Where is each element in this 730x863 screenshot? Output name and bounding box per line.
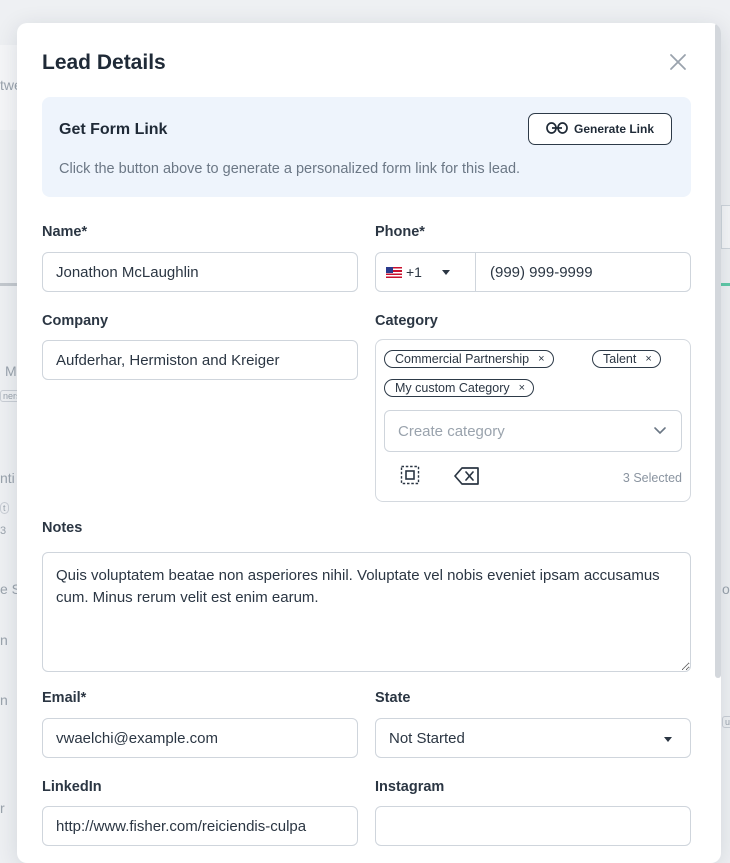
select-all-icon[interactable] (400, 465, 420, 490)
close-icon[interactable] (667, 51, 689, 73)
background-text: nti (0, 470, 15, 486)
chip-label: Talent (603, 352, 637, 366)
chip-label: My custom Category (395, 381, 510, 395)
chip-remove-icon[interactable]: × (519, 382, 525, 394)
background-tag: t (0, 502, 9, 514)
background-text: 3 (0, 525, 7, 537)
link-icon (546, 121, 568, 137)
email-input[interactable]: vwaelchi@example.com (42, 718, 358, 758)
linkedin-label: LinkedIn (42, 779, 102, 795)
country-code: +1 (406, 264, 422, 280)
chevron-down-icon[interactable] (653, 423, 667, 441)
chip-remove-icon[interactable]: × (645, 353, 651, 365)
name-label: Name* (42, 224, 88, 240)
state-label: State (375, 690, 411, 706)
form-link-heading: Get Form Link (59, 121, 168, 138)
category-chip: My custom Category × (384, 379, 535, 397)
us-flag-icon (386, 266, 402, 278)
linkedin-input[interactable]: http://www.fisher.com/reiciendis-culpa (42, 806, 358, 846)
background-divider (0, 283, 17, 286)
notes-textarea[interactable]: Quis voluptatem beatae non asperiores ni… (42, 552, 691, 672)
modal-title: Lead Details (42, 51, 166, 74)
background-tag: u (722, 716, 730, 728)
background-text: M (5, 363, 17, 379)
background-text: r (0, 800, 5, 816)
background-text: n (0, 632, 8, 648)
clear-selection-icon[interactable] (454, 466, 480, 491)
state-value: Not Started (389, 729, 465, 747)
category-chip: Talent × (592, 350, 661, 368)
category-label: Category (375, 313, 438, 329)
form-link-description: Click the button above to generate a per… (59, 161, 521, 177)
chevron-down-icon (664, 737, 672, 742)
chip-remove-icon[interactable]: × (538, 353, 544, 365)
selected-count: 3 Selected (622, 471, 682, 485)
name-input[interactable]: Jonathon McLaughlin (42, 252, 358, 292)
instagram-label: Instagram (375, 779, 445, 795)
email-label: Email* (42, 690, 87, 706)
background-text: n (0, 692, 8, 708)
category-multiselect: Commercial Partnership × Talent × My cus… (375, 339, 691, 502)
phone-input[interactable]: (999) 999-9999 (490, 253, 593, 291)
create-category-input[interactable]: Create category (384, 410, 682, 452)
chip-label: Commercial Partnership (395, 352, 530, 366)
company-label: Company (42, 313, 109, 329)
background-accent-line (721, 283, 730, 286)
company-input[interactable]: Aufderhar, Hermiston and Kreiger (42, 340, 358, 380)
phone-field: +1 (999) 999-9999 (375, 252, 691, 292)
form-link-panel: Get Form Link Generate Link Click the bu… (42, 97, 691, 197)
state-select[interactable]: Not Started (375, 718, 691, 758)
create-category-placeholder: Create category (398, 422, 505, 440)
generate-link-button[interactable]: Generate Link (528, 113, 672, 145)
generate-link-label: Generate Link (573, 122, 655, 136)
background-input (721, 205, 730, 249)
country-code-select[interactable]: +1 (376, 253, 476, 291)
chevron-down-icon (441, 269, 450, 275)
background-text: o (722, 581, 730, 597)
category-chip: Commercial Partnership × (384, 350, 554, 368)
notes-label: Notes (42, 520, 83, 536)
instagram-input[interactable] (375, 806, 691, 846)
lead-details-modal: Lead Details Get Form Link Generate Link… (17, 23, 721, 863)
scrollbar[interactable] (715, 23, 721, 678)
phone-label: Phone* (375, 224, 425, 240)
